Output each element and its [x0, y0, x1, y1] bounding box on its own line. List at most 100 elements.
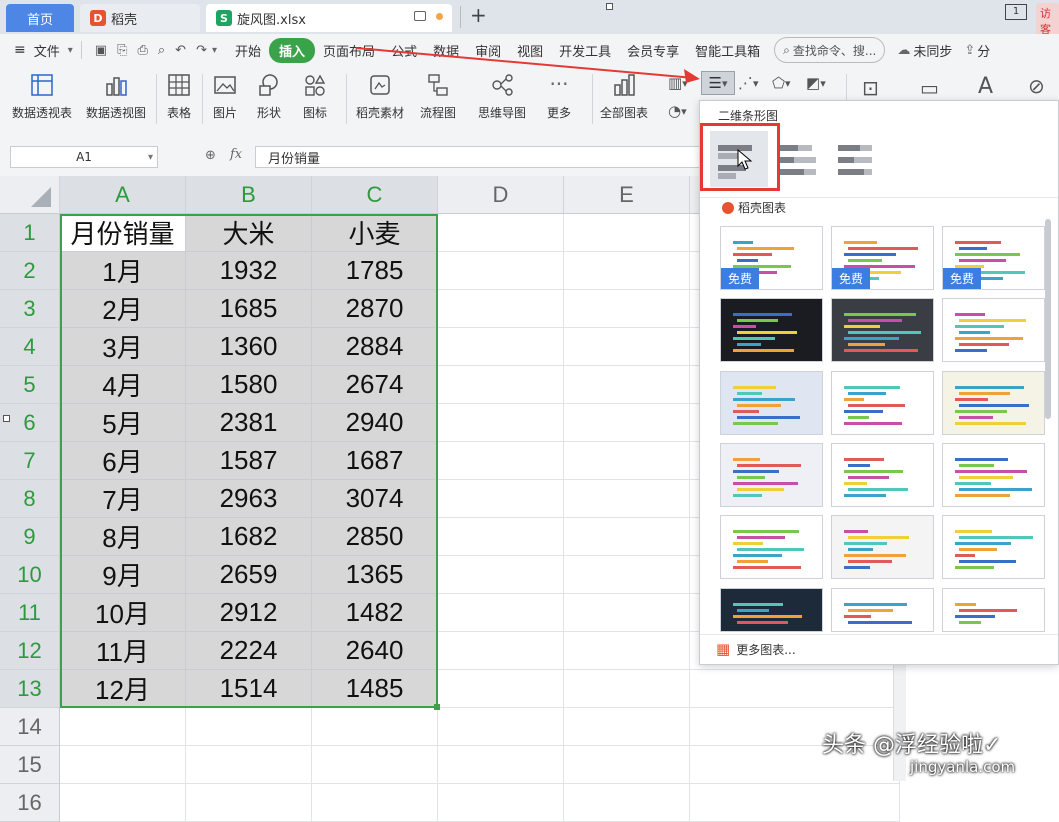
table-cell[interactable]: [438, 404, 564, 442]
table-cell[interactable]: [312, 746, 438, 784]
more-charts-link[interactable]: ▦ 更多图表...: [716, 640, 796, 658]
table-cell[interactable]: [60, 746, 186, 784]
select-all-corner[interactable]: [0, 176, 60, 214]
table-cell[interactable]: [186, 708, 312, 746]
table-cell[interactable]: [438, 746, 564, 784]
chart-template-thumb[interactable]: [720, 371, 823, 435]
picture-button[interactable]: 图片: [212, 72, 238, 121]
table-cell[interactable]: [564, 366, 690, 404]
table-cell[interactable]: 1785: [312, 252, 438, 290]
row-header[interactable]: 5: [0, 366, 60, 404]
table-cell[interactable]: 11月: [60, 632, 186, 670]
table-cell[interactable]: [60, 784, 186, 822]
chart-template-thumb[interactable]: [942, 371, 1045, 435]
chart-template-thumb[interactable]: [942, 515, 1045, 579]
col-header-d[interactable]: D: [438, 176, 564, 214]
table-cell[interactable]: 1365: [312, 556, 438, 594]
table-cell[interactable]: [312, 708, 438, 746]
table-cell[interactable]: [564, 328, 690, 366]
row-header[interactable]: 10: [0, 556, 60, 594]
table-cell[interactable]: 7月: [60, 480, 186, 518]
table-cell[interactable]: [564, 708, 690, 746]
table-cell[interactable]: 9月: [60, 556, 186, 594]
table-cell[interactable]: 1932: [186, 252, 312, 290]
table-cell[interactable]: 2940: [312, 404, 438, 442]
share-icon[interactable]: ⇪: [964, 43, 975, 58]
table-cell[interactable]: [186, 746, 312, 784]
wordart-button[interactable]: A: [978, 74, 993, 99]
menu-insert[interactable]: 插入: [269, 37, 316, 63]
table-cell[interactable]: 1682: [186, 518, 312, 556]
redo-icon[interactable]: ↷: [196, 43, 207, 58]
row-header[interactable]: 4: [0, 328, 60, 366]
export-icon[interactable]: ⎘: [117, 43, 127, 58]
chart-template-thumb[interactable]: [831, 588, 934, 632]
table-cell[interactable]: 2640: [312, 632, 438, 670]
table-cell[interactable]: [438, 480, 564, 518]
radar-chart-button[interactable]: ⬠ ▾: [772, 74, 791, 92]
percent-stacked-bar-option[interactable]: [834, 139, 880, 181]
table-cell[interactable]: 2870: [312, 290, 438, 328]
table-cell[interactable]: 3074: [312, 480, 438, 518]
sync-status[interactable]: 未同步: [910, 41, 960, 60]
chart-template-thumb[interactable]: [720, 298, 823, 362]
table-cell[interactable]: 5月: [60, 404, 186, 442]
stacked-bar-option[interactable]: [776, 139, 822, 181]
col-header-c[interactable]: C: [312, 176, 438, 214]
table-cell[interactable]: 1485: [312, 670, 438, 708]
row-header[interactable]: 13: [0, 670, 60, 708]
fill-handle[interactable]: [434, 704, 440, 710]
row-header[interactable]: 7: [0, 442, 60, 480]
table-cell[interactable]: 2963: [186, 480, 312, 518]
formula-input[interactable]: 月份销量: [255, 146, 700, 168]
table-cell[interactable]: [438, 784, 564, 822]
name-box[interactable]: A1 ▾: [10, 146, 158, 168]
table-cell[interactable]: [564, 404, 690, 442]
chart-template-thumb[interactable]: [831, 515, 934, 579]
more-quick-icon[interactable]: ▾: [212, 45, 217, 56]
save-icon[interactable]: ▣: [95, 43, 107, 58]
pivot-table-button[interactable]: 数据透视表: [12, 72, 72, 121]
menu-file[interactable]: 文件: [26, 41, 68, 60]
table-cell[interactable]: 1月: [60, 252, 186, 290]
menu-start[interactable]: 开始: [227, 41, 269, 60]
table-cell[interactable]: [564, 480, 690, 518]
chart-template-thumb[interactable]: [720, 515, 823, 579]
table-cell[interactable]: 1580: [186, 366, 312, 404]
row-header[interactable]: 1: [0, 214, 60, 252]
tab-active-file[interactable]: S 旋风图.xlsx: [206, 4, 452, 32]
chart-template-thumb[interactable]: [831, 371, 934, 435]
table-cell[interactable]: 1482: [312, 594, 438, 632]
shape-button[interactable]: 形状: [256, 72, 282, 121]
row-header[interactable]: 16: [0, 784, 60, 822]
table-cell[interactable]: 6月: [60, 442, 186, 480]
table-cell[interactable]: 1587: [186, 442, 312, 480]
table-cell[interactable]: 3月: [60, 328, 186, 366]
table-cell[interactable]: [564, 784, 690, 822]
table-cell[interactable]: [438, 556, 564, 594]
row-header[interactable]: 9: [0, 518, 60, 556]
table-cell[interactable]: 1687: [312, 442, 438, 480]
table-cell[interactable]: [438, 442, 564, 480]
table-cell[interactable]: [438, 632, 564, 670]
table-cell[interactable]: 2884: [312, 328, 438, 366]
table-cell[interactable]: [438, 214, 564, 252]
icon-button[interactable]: 图标: [302, 72, 328, 121]
chart-template-thumb[interactable]: [720, 588, 823, 632]
table-cell[interactable]: [438, 594, 564, 632]
line-chart-button[interactable]: ⋰ ▾: [738, 74, 759, 92]
chart-template-thumb[interactable]: [831, 443, 934, 507]
panel-scrollbar[interactable]: [1045, 219, 1051, 419]
table-cell[interactable]: [564, 632, 690, 670]
table-cell[interactable]: 小麦: [312, 214, 438, 252]
tab-home[interactable]: 首页: [6, 4, 74, 32]
table-button[interactable]: 表格: [166, 72, 192, 121]
table-cell[interactable]: 1514: [186, 670, 312, 708]
attachment-button[interactable]: ⊘: [1028, 74, 1045, 98]
command-search[interactable]: ⌕ 查找命令、搜...: [774, 37, 886, 63]
row-header[interactable]: 6: [0, 404, 60, 442]
header-footer-button[interactable]: ▭: [920, 76, 939, 100]
table-cell[interactable]: [438, 366, 564, 404]
row-header[interactable]: 3: [0, 290, 60, 328]
row-header[interactable]: 14: [0, 708, 60, 746]
